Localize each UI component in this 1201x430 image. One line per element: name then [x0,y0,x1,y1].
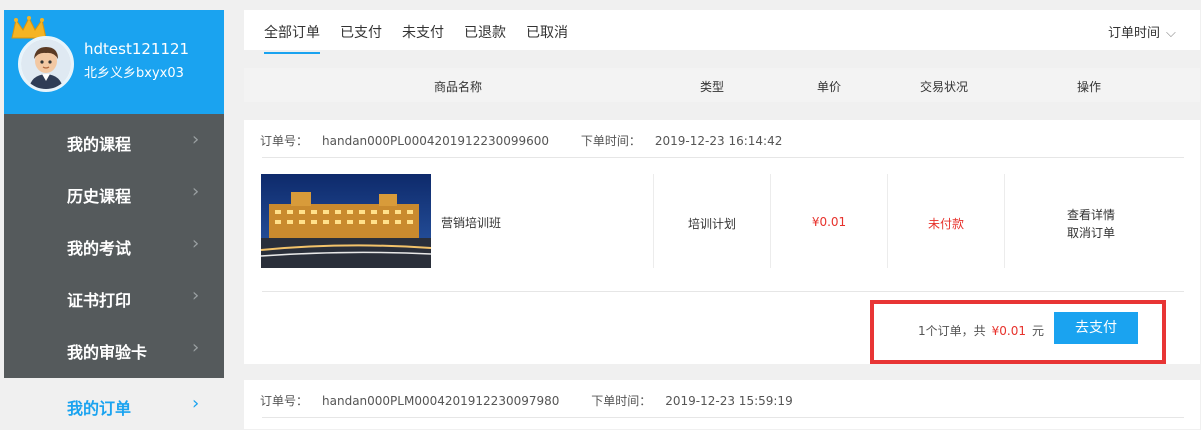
sort-label: 订单时间 [1108,26,1161,41]
sidebar-item-label: 证书打印 [67,291,132,310]
sidebar-item-review-card[interactable]: 我的审验卡 › [4,322,224,374]
profile-card: hdtest121121 北乡义乡bxyx03 [4,10,224,114]
sidebar-item-label: 历史课程 [67,187,132,206]
order-no-label: 订单号： [260,394,309,408]
order-number: handan000PL0004201912230099600 [322,134,550,148]
order-header: 订单号： handan000PL0004201912230099600 下单时间：… [260,132,810,149]
table-header: 商品名称 类型 单价 交易状况 操作 [244,68,1200,102]
sidebar-item-label: 我的课程 [67,135,132,154]
order-status: 未付款 [927,217,964,231]
sidebar-item-label: 我的考试 [67,239,132,258]
divider [262,291,1184,292]
chevron-right-icon: › [192,285,200,306]
order-time-label: 下单时间： [580,134,641,148]
tab-paid[interactable]: 已支付 [340,22,382,42]
sidebar-item-certificate-print[interactable]: 证书打印 › [4,270,224,322]
left-panel: hdtest121121 北乡义乡bxyx03 我的课程 › 历史课程 › 我的… [4,10,224,430]
chevron-right-icon: › [192,181,200,202]
sidebar-item-my-courses[interactable]: 我的课程 › [4,114,224,166]
column-header-price: 单价 [817,80,842,94]
column-header-product-name: 商品名称 [434,80,483,94]
pay-button[interactable]: 去支付 [1054,312,1138,344]
view-details-link[interactable]: 查看详情 [1005,206,1177,223]
order-no-label: 订单号： [260,134,309,148]
chevron-right-icon: › [192,393,200,414]
sidebar-item-my-orders[interactable]: 我的订单 › [4,378,224,430]
sidebar-item-my-exams[interactable]: 我的考试 › [4,218,224,270]
summary-unit: 元 [1032,324,1045,338]
column-header-type: 类型 [700,80,725,94]
order-number: handan000PLM0004201912230097980 [322,394,560,408]
product-image[interactable] [261,174,431,268]
product-name[interactable]: 营销培训班 [441,214,501,231]
column-header-action: 操作 [1077,80,1102,94]
sort-by-order-time[interactable]: 订单时间 ⌵ [1108,22,1176,41]
order-time-label: 下单时间： [591,394,652,408]
order-header: 订单号： handan000PLM0004201912230097980 下单时间… [260,392,821,409]
tab-unpaid[interactable]: 未支付 [402,22,444,42]
order-summary: 1个订单，共 ¥0.01 元 [918,322,1044,339]
divider [262,157,1184,158]
tab-cancelled[interactable]: 已取消 [526,22,568,42]
username: hdtest121121 [84,40,190,58]
column-header-status: 交易状况 [920,80,969,94]
chevron-right-icon: › [192,129,200,150]
cancel-order-link[interactable]: 取消订单 [1005,224,1177,241]
order-card: 订单号： handan000PLM0004201912230097980 下单时间… [244,380,1200,429]
sidebar-menu: 我的课程 › 历史课程 › 我的考试 › 证书打印 › 我的审验卡 › [4,114,224,378]
summary-amount: ¥0.01 [991,324,1026,338]
order-price: ¥0.01 [811,215,847,229]
order-time: 2019-12-23 15:59:19 [665,394,793,408]
divider [262,417,1184,418]
summary-prefix: 1个订单，共 [918,324,986,338]
chevron-right-icon: › [192,233,200,254]
payment-summary-highlight: 1个订单，共 ¥0.01 元 去支付 [870,300,1166,364]
order-card: 订单号： handan000PL0004201912230099600 下单时间：… [244,120,1200,364]
sidebar-item-label: 我的审验卡 [67,343,148,362]
product-thumbnail [261,174,431,268]
order-tabs: 全部订单 已支付 未支付 已退款 已取消 订单时间 ⌵ [244,10,1200,54]
chevron-down-icon: ⌵ [1166,26,1176,41]
order-type: 培训计划 [687,217,736,231]
tab-refunded[interactable]: 已退款 [464,22,506,42]
sidebar-item-history-courses[interactable]: 历史课程 › [4,166,224,218]
chevron-right-icon: › [192,337,200,358]
avatar[interactable] [18,36,74,92]
tab-all-orders[interactable]: 全部订单 [264,22,320,54]
avatar-face-icon [21,39,71,89]
sidebar-item-label: 我的订单 [67,399,132,418]
user-department: 北乡义乡bxyx03 [84,66,184,81]
order-time: 2019-12-23 16:14:42 [654,134,783,148]
